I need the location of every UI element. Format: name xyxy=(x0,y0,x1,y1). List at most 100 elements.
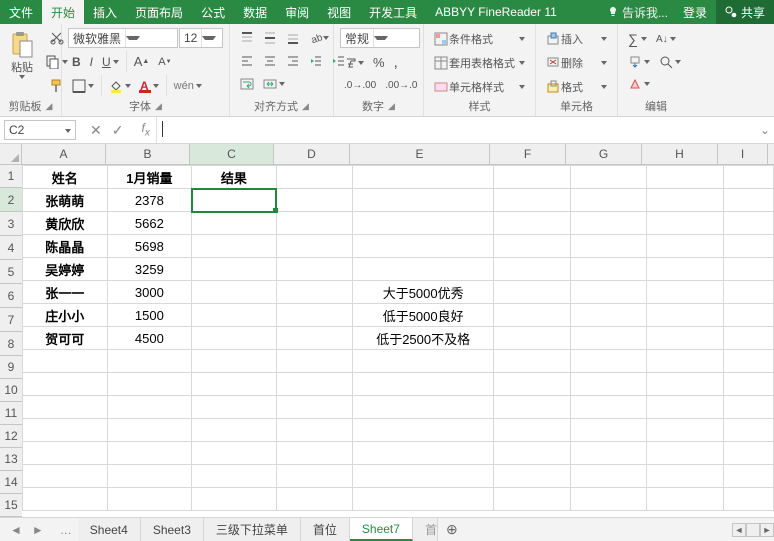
phonetic-button[interactable]: wén xyxy=(170,77,206,95)
cell[interactable] xyxy=(353,235,494,258)
row-header-13[interactable]: 13 xyxy=(0,448,22,471)
tab-data[interactable]: 数据 xyxy=(234,0,276,24)
active-cell[interactable] xyxy=(192,189,277,212)
find-select-button[interactable] xyxy=(655,52,685,72)
number-format-combo[interactable]: 常规 xyxy=(340,28,420,48)
sheet-tab-Sheet4[interactable]: Sheet4 xyxy=(78,518,141,541)
sort-filter-button[interactable]: A↓ xyxy=(652,31,680,48)
row-header-10[interactable]: 10 xyxy=(0,379,22,402)
fill-color-button[interactable] xyxy=(105,76,135,96)
cell[interactable] xyxy=(192,396,277,419)
cell[interactable] xyxy=(276,281,353,304)
cell[interactable] xyxy=(570,442,647,465)
cell[interactable] xyxy=(353,212,494,235)
tab-file[interactable]: 文件 xyxy=(0,0,42,24)
cell[interactable] xyxy=(570,189,647,212)
cell[interactable]: 1500 xyxy=(107,304,192,327)
hscroll-right[interactable]: ► xyxy=(760,523,774,537)
row-header-1[interactable]: 1 xyxy=(0,165,22,188)
cell[interactable] xyxy=(494,235,571,258)
cell[interactable] xyxy=(647,166,724,189)
decrease-indent-button[interactable] xyxy=(305,51,327,71)
cell[interactable] xyxy=(23,488,108,511)
tab-formulas[interactable]: 公式 xyxy=(192,0,234,24)
cell[interactable] xyxy=(570,350,647,373)
sheet-tab-Sheet7[interactable]: Sheet7 xyxy=(350,518,413,541)
cell[interactable] xyxy=(723,419,773,442)
cell[interactable] xyxy=(494,327,571,350)
cell[interactable] xyxy=(192,350,277,373)
col-header-C[interactable]: C xyxy=(190,144,274,164)
cell[interactable] xyxy=(723,396,773,419)
cell[interactable] xyxy=(494,212,571,235)
grow-font-button[interactable]: A▲ xyxy=(130,51,154,72)
cell[interactable] xyxy=(723,488,773,511)
row-header-6[interactable]: 6 xyxy=(0,284,22,308)
fx-icon[interactable]: fx xyxy=(141,121,149,138)
select-all-corner[interactable] xyxy=(0,144,22,164)
clipboard-launcher[interactable]: ◢ xyxy=(46,101,53,112)
align-middle-button[interactable] xyxy=(259,28,281,48)
cell[interactable] xyxy=(276,166,353,189)
tab-nav-next[interactable]: ► xyxy=(32,523,44,537)
cell[interactable] xyxy=(647,419,724,442)
col-header-E[interactable]: E xyxy=(350,144,490,164)
cell[interactable]: 吴婷婷 xyxy=(23,258,108,281)
cell[interactable] xyxy=(570,488,647,511)
cell[interactable] xyxy=(647,327,724,350)
row-header-2[interactable]: 2 xyxy=(0,188,22,212)
cell[interactable] xyxy=(353,350,494,373)
insert-cells-button[interactable]: 插入 xyxy=(542,28,611,50)
cell[interactable] xyxy=(647,304,724,327)
cell[interactable] xyxy=(570,281,647,304)
cell[interactable] xyxy=(353,396,494,419)
cell[interactable] xyxy=(192,258,277,281)
cell[interactable] xyxy=(276,465,353,488)
cell[interactable] xyxy=(494,258,571,281)
row-header-14[interactable]: 14 xyxy=(0,471,22,494)
cell[interactable] xyxy=(192,465,277,488)
cell-styles-button[interactable]: 单元格样式 xyxy=(430,76,529,98)
cell[interactable] xyxy=(570,373,647,396)
hscroll-left[interactable]: ◄ xyxy=(732,523,746,537)
cell[interactable]: 5662 xyxy=(107,212,192,235)
cell[interactable] xyxy=(353,258,494,281)
cell[interactable] xyxy=(276,350,353,373)
cell[interactable] xyxy=(494,488,571,511)
cell[interactable] xyxy=(23,419,108,442)
cell[interactable] xyxy=(494,465,571,488)
cell[interactable] xyxy=(647,396,724,419)
underline-button[interactable]: U xyxy=(98,52,123,72)
cell[interactable] xyxy=(192,327,277,350)
comma-button[interactable]: , xyxy=(390,51,402,74)
cell[interactable] xyxy=(723,304,773,327)
cell[interactable] xyxy=(276,442,353,465)
alignment-launcher[interactable]: ◢ xyxy=(302,101,309,112)
cell[interactable] xyxy=(353,419,494,442)
tab-nav-prev[interactable]: ◄ xyxy=(10,523,22,537)
cell[interactable] xyxy=(570,212,647,235)
cell[interactable] xyxy=(353,465,494,488)
cell[interactable] xyxy=(192,281,277,304)
cell[interactable] xyxy=(723,465,773,488)
cell[interactable] xyxy=(353,488,494,511)
cell[interactable] xyxy=(494,373,571,396)
cell[interactable] xyxy=(276,258,353,281)
cell[interactable] xyxy=(570,419,647,442)
align-bottom-button[interactable] xyxy=(282,28,304,48)
tab-developer[interactable]: 开发工具 xyxy=(360,0,426,24)
cell[interactable] xyxy=(647,235,724,258)
tell-me-search[interactable]: 告诉我... xyxy=(601,0,674,24)
row-header-11[interactable]: 11 xyxy=(0,402,22,425)
cell[interactable] xyxy=(276,373,353,396)
tab-overflow-button[interactable]: … xyxy=(54,523,78,537)
cell[interactable] xyxy=(23,465,108,488)
cell[interactable] xyxy=(276,396,353,419)
format-cells-button[interactable]: 格式 xyxy=(542,76,611,98)
cell[interactable] xyxy=(723,281,773,304)
cell[interactable] xyxy=(192,442,277,465)
cell[interactable] xyxy=(107,488,192,511)
cell[interactable] xyxy=(647,465,724,488)
cell[interactable] xyxy=(494,419,571,442)
sheet-tab-首[interactable]: 首 xyxy=(413,518,438,541)
